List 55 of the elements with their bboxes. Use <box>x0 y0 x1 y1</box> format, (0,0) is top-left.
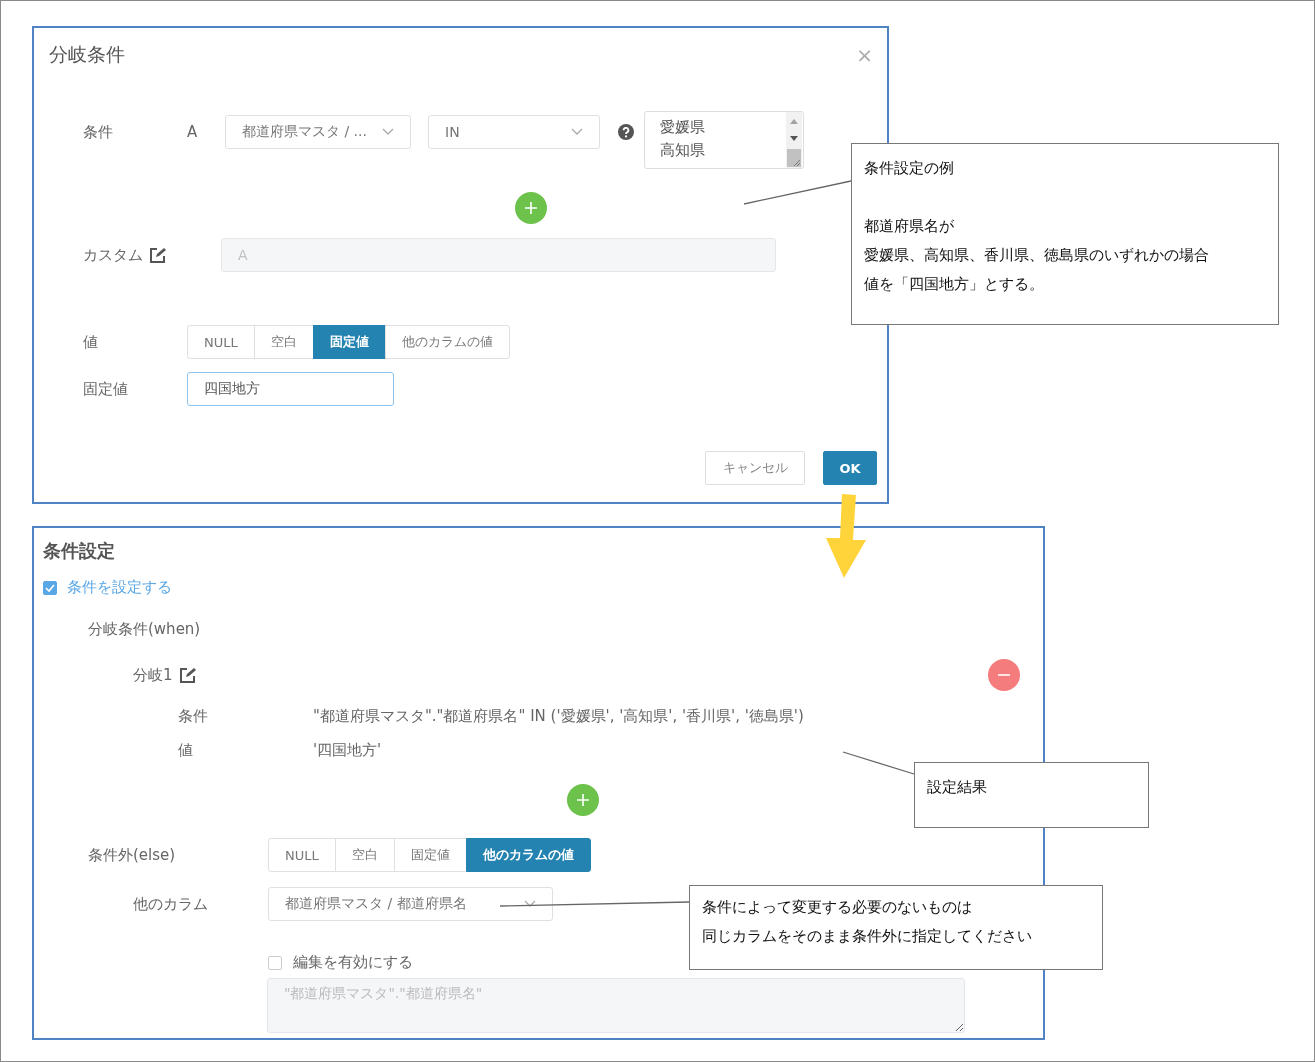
cancel-button[interactable]: キャンセル <box>705 451 805 485</box>
option-button[interactable]: 空白 <box>253 325 314 359</box>
callout-text: 同じカラムをそのまま条件外に指定してください <box>702 926 1033 947</box>
dialog-title: 分岐条件 <box>49 42 125 67</box>
value-text: '四国地方' <box>313 741 382 760</box>
add-button[interactable] <box>567 784 599 816</box>
field-label: 他のカラム <box>133 894 209 914</box>
chevron-down-icon <box>524 900 536 908</box>
field-label: 値 <box>83 332 99 352</box>
fixed-value-field[interactable]: 四国地方 <box>187 372 394 406</box>
option-button[interactable]: 他のカラムの値 <box>384 325 510 359</box>
edit-icon <box>178 667 196 683</box>
callout-text: 条件によって変更する必要のないものは <box>702 897 973 918</box>
field-label: 条件 <box>83 122 114 143</box>
field-label: カスタム <box>83 245 143 265</box>
option-button[interactable]: 固定値 <box>312 325 386 359</box>
field-label: 値 <box>178 741 194 760</box>
plus-icon <box>576 793 590 807</box>
edit-icon <box>149 247 166 263</box>
checkbox[interactable] <box>43 580 57 595</box>
chevron-down-icon <box>571 128 583 136</box>
ok-button[interactable]: OK <box>823 451 877 485</box>
condition-text: "都道府県マスタ"."都道府県名" IN ('愛媛県', '高知県', '香川県', '徳島県') <box>313 707 804 726</box>
option-button[interactable]: 空白 <box>334 838 395 872</box>
callout-title: 設定結果 <box>927 777 988 798</box>
section-label: 分岐条件(when) <box>88 619 201 639</box>
add-button[interactable] <box>515 192 547 224</box>
checkbox-label[interactable]: 条件を設定する <box>67 578 172 597</box>
callout-text: 愛媛県、高知県、香川県、徳島県のいずれかの場合 <box>864 245 1210 266</box>
branch-name: 分岐1 <box>133 665 173 685</box>
list-item[interactable]: 愛媛県 <box>660 116 705 139</box>
callout-text: 都道府県名が <box>864 216 955 237</box>
field-label: 条件外(else) <box>88 845 177 865</box>
checkbox[interactable] <box>268 955 282 970</box>
option-button[interactable]: 固定値 <box>393 838 467 872</box>
values-list[interactable]: 愛媛県 高知県 <box>644 111 804 169</box>
list-item[interactable]: 高知県 <box>660 139 705 162</box>
help-icon <box>618 124 634 140</box>
remove-button[interactable] <box>988 659 1020 691</box>
operator-select[interactable]: IN <box>428 115 600 149</box>
column-select[interactable]: 都道府県マスタ / ... <box>225 115 411 149</box>
option-button[interactable]: NULL <box>268 838 336 872</box>
option-button[interactable]: 他のカラムの値 <box>465 838 591 872</box>
alias-label: A <box>187 122 199 143</box>
checkbox-label[interactable]: 編集を有効にする <box>293 953 413 972</box>
scrollbar <box>786 112 802 168</box>
chevron-down-icon <box>382 128 394 136</box>
field-label: 条件 <box>178 707 209 726</box>
field-label: 固定値 <box>83 379 129 399</box>
callout-title: 条件設定の例 <box>864 158 955 179</box>
section-title: 条件設定 <box>43 540 115 562</box>
option-button[interactable]: NULL <box>187 325 255 359</box>
callout-text: 値を「四国地方」とする。 <box>864 274 1045 295</box>
column-select[interactable]: 都道府県マスタ / 都道府県名 <box>268 887 553 921</box>
plus-icon <box>524 201 538 215</box>
